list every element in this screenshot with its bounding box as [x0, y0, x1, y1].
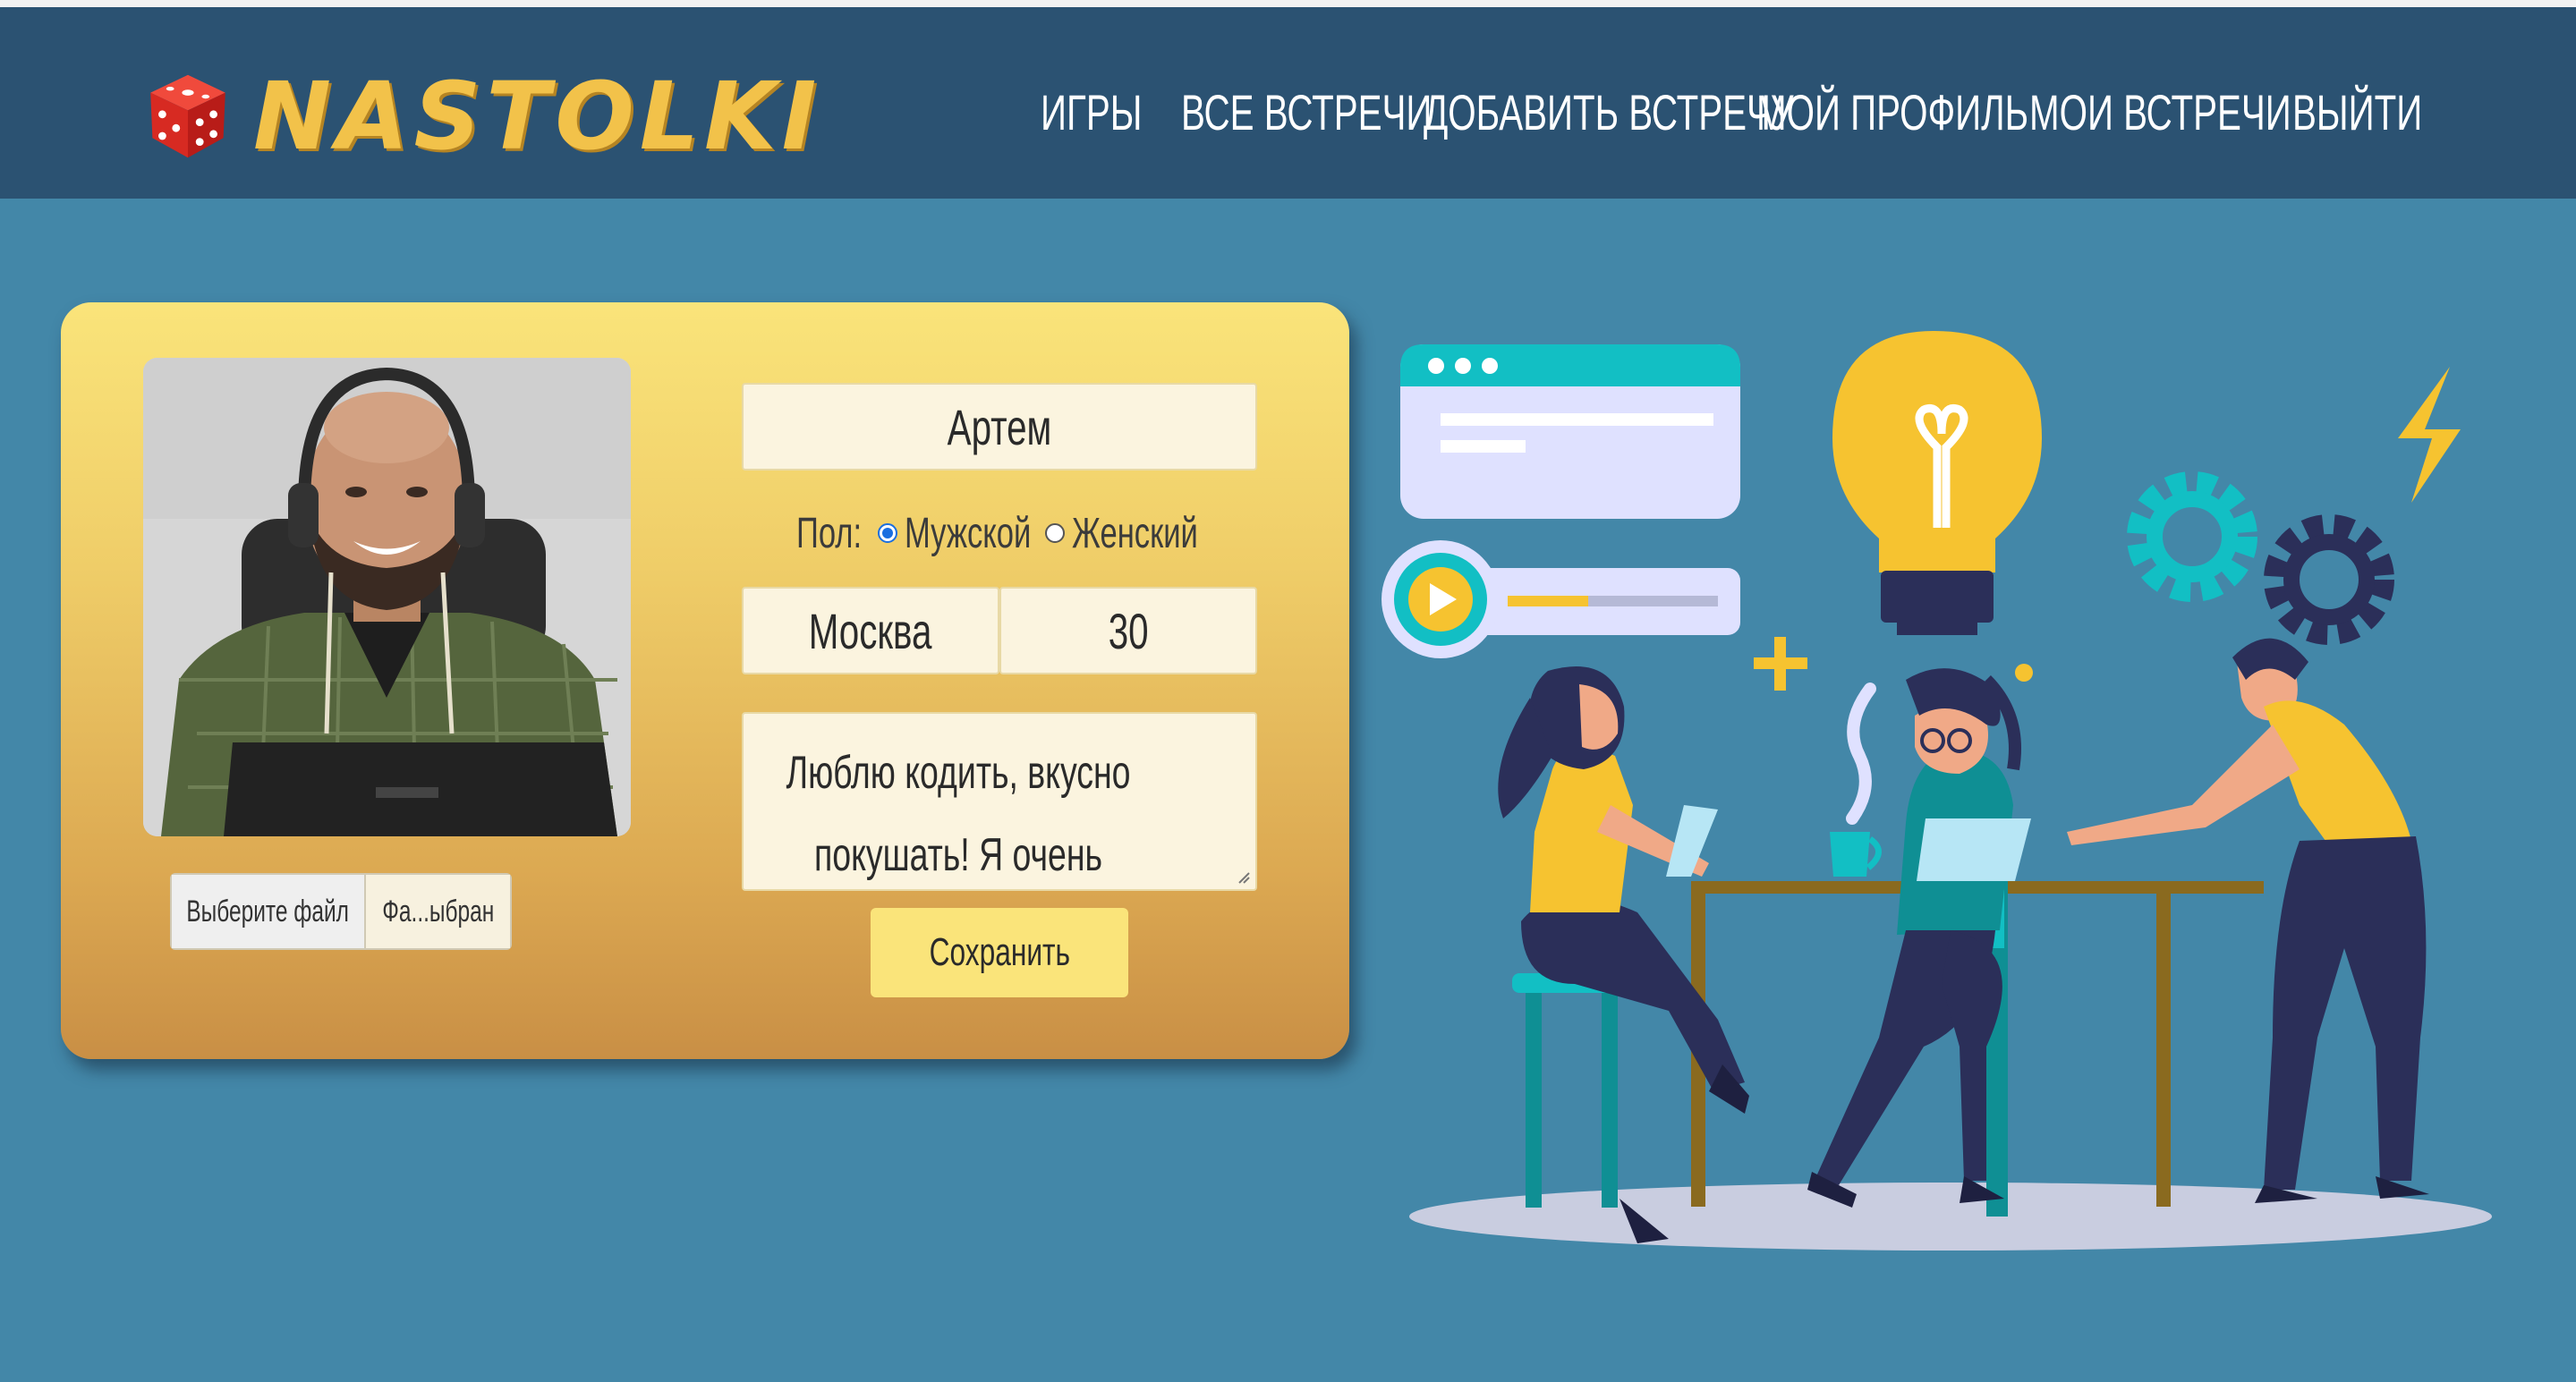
gender-female-radio[interactable] [1044, 523, 1065, 543]
mug-icon [1830, 832, 1870, 877]
avatar-image [143, 358, 631, 836]
gear-icon [2264, 514, 2394, 645]
man-right-figure [2067, 638, 2429, 1203]
floor-shadow [1409, 1183, 2492, 1251]
woman-left-figure [1498, 666, 1749, 1243]
lightbulb-icon [1832, 331, 2042, 635]
brand-logo[interactable]: NASTOLKI [139, 63, 821, 170]
gender-female-label[interactable]: Женский [1072, 509, 1198, 558]
choose-file-button[interactable]: Выберите файл [172, 875, 366, 948]
bio-value: Люблю кодить, вкусно покушать! Я очень [786, 747, 1131, 881]
nav-item-add-meeting[interactable]: Добавить встречу [1424, 83, 1794, 141]
woman-middle-figure [1807, 664, 2033, 1217]
city-input[interactable]: Москва [742, 587, 999, 674]
top-navbar: NASTOLKI Игры Все встречи Добавить встре… [0, 0, 2576, 199]
nav-item-all-meetings[interactable]: Все встречи [1181, 83, 1432, 141]
selected-file-name: Фа...ыбран [366, 875, 510, 948]
dice-icon [150, 74, 225, 158]
avatar-file-picker[interactable]: Выберите файл Фа...ыбран [170, 873, 512, 950]
save-button[interactable]: Сохранить [871, 908, 1128, 997]
browser-window-icon [1400, 344, 1740, 519]
name-value: Артем [947, 398, 1052, 455]
gender-male-radio[interactable] [878, 523, 898, 543]
nav-item-my-profile[interactable]: Мой профиль [1756, 83, 2028, 141]
save-button-label: Сохранить [929, 930, 1070, 974]
age-value: 30 [1108, 602, 1149, 659]
plus-icon [1754, 637, 1807, 691]
gender-selector: Пол: Мужской Женский [796, 506, 1246, 560]
gender-male-label[interactable]: Мужской [905, 509, 1031, 558]
bio-textarea[interactable]: Люблю кодить, вкусно покушать! Я очень [742, 712, 1257, 891]
resize-handle-icon[interactable] [1236, 869, 1250, 884]
lightning-icon [2398, 367, 2461, 503]
nav-item-games[interactable]: Игры [1041, 83, 1142, 141]
name-input[interactable]: Артем [742, 383, 1257, 471]
city-value: Москва [809, 602, 932, 659]
nav-item-my-meetings[interactable]: Мои встречи [2029, 83, 2291, 141]
nav-item-logout[interactable]: Выйти [2292, 83, 2422, 141]
choose-file-label: Выберите файл [186, 894, 350, 928]
file-name-label: Фа...ыбран [382, 894, 495, 928]
gender-label: Пол: [796, 509, 863, 557]
teamwork-illustration [1382, 331, 2492, 1251]
video-player-icon [1382, 540, 1740, 658]
brand-name: NASTOLKI [253, 62, 822, 171]
age-input[interactable]: 30 [999, 587, 1257, 674]
avatar-photo [143, 358, 631, 836]
gear-icon [2127, 471, 2257, 602]
